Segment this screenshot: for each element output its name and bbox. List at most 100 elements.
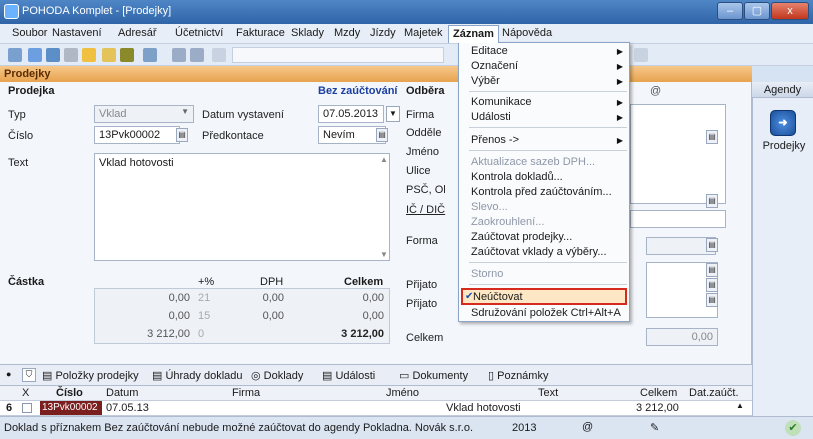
amount-dph-2: 0,00 [262,310,284,322]
menu-item-vyber[interactable]: Výběr [471,75,500,87]
ic-label: IČ / DIČ [406,204,446,216]
scroll-down-icon[interactable]: ▼ [380,250,388,259]
menu-nastaveni[interactable]: Nastavení [52,27,102,39]
menu-separator [469,91,627,92]
col-firma[interactable]: Firma [232,387,260,399]
datum-dropdown-button[interactable]: ▼ [386,106,400,122]
filter-icon[interactable]: ⛉ [22,368,36,382]
datum-field[interactable]: 07.05.2013 [318,105,384,123]
menu-napoveda[interactable]: Nápověda [502,27,552,39]
tab-polozky-prodejky[interactable]: ▤ Položky prodejky [42,369,139,382]
menu-item-editace[interactable]: Editace [471,45,508,57]
attach-icon[interactable] [212,48,226,62]
copy-icon[interactable] [46,48,60,62]
forma-label: Forma [406,235,438,247]
odberatel-address-box[interactable] [630,104,726,204]
save-icon[interactable] [172,48,186,62]
new-record-icon[interactable] [8,48,22,62]
tab-poznamky[interactable]: ▯ Poznámky [488,369,548,382]
table-row[interactable]: 6 13Pvk00002 07.05.13 Vklad hotovosti 3 … [0,401,752,416]
tab-doklady[interactable]: ◎ Doklady [251,369,303,382]
menu-separator [469,284,627,285]
text-area[interactable]: Vklad hotovosti [94,153,390,261]
prijato-spin-2[interactable]: ▤ [706,278,718,292]
predkontace-picker-icon[interactable]: ▤ [376,128,388,142]
menu-adresar[interactable]: Adresář [118,27,157,39]
toolbar [0,44,813,66]
col-celkem[interactable]: Celkem [640,387,677,399]
row-celkem: 3 212,00 [636,402,679,414]
edit-icon[interactable] [120,48,134,62]
menu-ucetnictvi[interactable]: Účetnictví [175,27,223,39]
menu-item-udalosti[interactable]: Události [471,111,511,123]
col-datum[interactable]: Datum [106,387,138,399]
submenu-arrow-icon: ▶ [616,98,623,107]
menu-jizdy[interactable]: Jízdy [370,27,396,39]
back-icon[interactable] [143,48,157,62]
forma-picker-icon[interactable]: ▤ [706,238,718,252]
scroll-up-icon[interactable]: ▲ [380,155,388,164]
agendy-item-prodejky[interactable]: Prodejky [757,140,811,152]
menu-soubor[interactable]: Soubor [12,27,47,39]
col-text[interactable]: Text [538,387,558,399]
psc-label: PSČ, Ol [406,184,446,196]
menu-item-kontrola-dokladu[interactable]: Kontrola dokladů... [471,171,563,183]
status-bar: Doklad s příznakem Bez zaúčtování nebude… [0,416,813,439]
folder-icon[interactable] [82,48,96,62]
status-email-icon: @ [582,421,594,433]
menu-item-sdruzovani-polozek[interactable]: Sdružování položek Ctrl+Alt+A [471,307,621,319]
menu-zaznam[interactable]: Záznam [448,25,499,43]
menu-separator [469,127,627,128]
col-cislo[interactable]: Číslo [56,387,83,399]
amount-dph-1: 0,00 [262,292,284,304]
toolbar-dropdown-icon[interactable] [634,48,648,62]
submenu-arrow-icon: ▶ [616,62,623,71]
menu-item-zaokrouhleni: Zaokrouhlení... [471,216,545,228]
prodejky-agenda-icon[interactable]: ➜ [770,110,796,136]
menu-item-neuctovat-highlight[interactable]: ✔ Neúčtovat [461,288,627,305]
predkontace-label: Předkontace [202,130,264,142]
menu-sklady[interactable]: Sklady [291,27,324,39]
address-picker-icon[interactable]: ▤ [706,194,718,208]
agenda-title: Prodejky [0,66,752,82]
tab-uhrady-dokladu[interactable]: ▤ Úhrady dokladu [152,369,243,382]
col-dat-zauct[interactable]: Dat.zaúčt. [689,387,739,399]
close-button[interactable]: x [771,2,809,20]
row-checkbox[interactable] [22,403,32,413]
menu-item-kontrola-pred-zauctovanim[interactable]: Kontrola před zaúčtováním... [471,186,612,198]
col-x[interactable]: X [22,387,29,399]
agendy-header: Agendy [752,82,813,98]
grid-scroll-icon[interactable]: ▲ [736,401,744,410]
menu-separator [469,150,627,151]
ic-dic-field[interactable] [630,210,726,228]
col-jmeno[interactable]: Jméno [386,387,419,399]
odberatel-picker-icon[interactable]: ▤ [706,130,718,144]
celkem-right-label: Celkem [406,332,444,344]
menu-item-zauctovat-vklady[interactable]: Zaúčtovat vklady a výběry... [471,246,607,258]
menu-item-komunikace[interactable]: Komunikace [471,96,532,108]
menu-item-neuctovat[interactable]: Neúčtovat [473,291,523,303]
prijato-spin-3[interactable]: ▤ [706,293,718,307]
print-icon[interactable] [64,48,78,62]
cislo-picker-icon[interactable]: ▤ [176,128,188,142]
odberatel-header: Odběra [406,85,445,97]
save-as-icon[interactable] [190,48,204,62]
maximize-button[interactable]: ▢ [744,2,770,20]
find-icon[interactable] [28,48,42,62]
menu-majetek[interactable]: Majetek [404,27,443,39]
document-icon[interactable] [102,48,116,62]
prijato-spin-1[interactable]: ▤ [706,263,718,277]
menu-item-zauctovat-prodejky[interactable]: Zaúčtovat prodejky... [471,231,572,243]
menu-mzdy[interactable]: Mzdy [334,27,360,39]
toolbar-combo[interactable] [232,47,444,63]
amount-base-2: 0,00 [168,310,190,322]
menu-item-prenos[interactable]: Přenos -> [471,134,519,146]
tab-dokumenty[interactable]: ▭ Dokumenty [399,369,468,382]
cislo-field[interactable]: 13Pvk00002 [94,126,180,144]
minimize-button[interactable]: – [717,2,743,20]
menu-item-oznaceni[interactable]: Označení [471,60,518,72]
tab-udalosti[interactable]: ▤ Události [322,369,375,382]
typ-select[interactable]: Vklad ▼ [94,105,194,123]
submenu-arrow-icon: ▶ [616,113,623,122]
menu-fakturace[interactable]: Fakturace [236,27,285,39]
